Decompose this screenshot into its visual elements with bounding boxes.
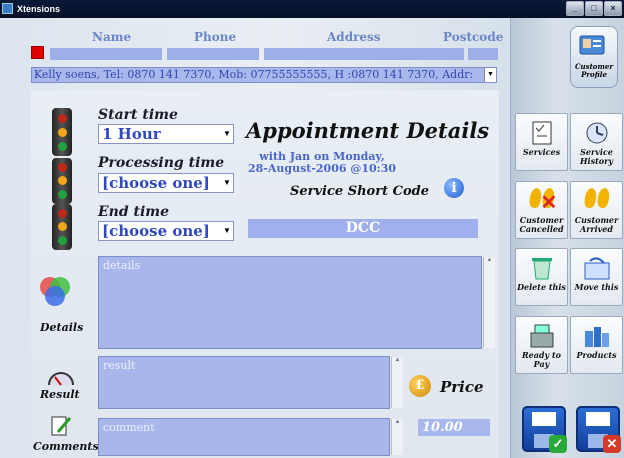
details-textarea[interactable]: details ▲ xyxy=(98,256,495,349)
cancel-icon: ✕ xyxy=(603,435,621,453)
info-icon[interactable]: i xyxy=(444,178,464,198)
recycle-bin-icon xyxy=(531,258,552,280)
cash-register-icon xyxy=(530,324,553,348)
customer-profile-label: Customer Profile xyxy=(574,62,614,79)
end-time-value: [choose one] xyxy=(102,222,210,240)
close-button[interactable]: × xyxy=(604,1,622,16)
customer-select-value: Kelly soens, Tel: 0870 141 7370, Mob: 07… xyxy=(34,68,474,81)
details-placeholder: details xyxy=(103,259,141,272)
customer-profile-button[interactable]: Customer Profile xyxy=(570,26,618,88)
notepad-pencil-icon xyxy=(51,416,72,436)
history-icon xyxy=(586,122,607,144)
minimize-button[interactable]: _ xyxy=(566,1,584,16)
price-field[interactable]: 10.00 xyxy=(418,419,490,436)
col-header-address: Address xyxy=(327,30,381,44)
result-placeholder: result xyxy=(103,359,136,372)
chevron-down-icon[interactable]: ▼ xyxy=(221,222,233,240)
comments-label: Comments xyxy=(33,440,99,453)
price-label: Price xyxy=(440,378,484,396)
start-time-select[interactable]: 1 Hour ▼ xyxy=(98,124,234,144)
chevron-down-icon[interactable]: ▼ xyxy=(221,125,233,143)
ready-to-pay-button[interactable]: Ready to Pay xyxy=(515,316,568,374)
start-time-value: 1 Hour xyxy=(102,125,161,143)
start-time-label: Start time xyxy=(98,107,178,123)
col-header-phone: Phone xyxy=(194,30,237,44)
checklist-icon xyxy=(532,121,551,145)
service-history-button[interactable]: Service History xyxy=(570,113,623,171)
pound-coin-icon: £ xyxy=(409,375,431,397)
end-time-select[interactable]: [choose one] ▼ xyxy=(98,221,234,241)
services-button[interactable]: Services xyxy=(515,113,568,171)
comment-textarea[interactable]: comment ▲ xyxy=(98,418,403,456)
processing-time-value: [choose one] xyxy=(102,174,210,192)
customer-select[interactable]: Kelly soens, Tel: 0870 141 7370, Mob: 07… xyxy=(31,67,497,83)
footprints-cancel-icon: ✕ xyxy=(527,187,557,214)
result-scrollbar[interactable]: ▲ xyxy=(391,357,403,408)
customer-arrived-label: Customer Arrived xyxy=(574,215,619,234)
color-circles-icon xyxy=(40,277,70,306)
save-button[interactable]: ✓ xyxy=(522,406,567,453)
move-this-label: Move this xyxy=(574,282,619,292)
move-icon xyxy=(584,257,609,280)
col-header-name: Name xyxy=(92,30,132,44)
traffic-light-icon xyxy=(52,108,72,156)
gauge-icon xyxy=(48,372,74,386)
name-field[interactable] xyxy=(50,48,162,60)
processing-time-label: Processing time xyxy=(98,155,225,171)
phone-field[interactable] xyxy=(167,48,259,60)
chevron-down-icon[interactable]: ▼ xyxy=(484,68,496,82)
details-label: Details xyxy=(40,321,84,334)
red-indicator[interactable] xyxy=(31,46,44,59)
services-label: Services xyxy=(522,147,561,157)
save-close-button[interactable]: ✕ xyxy=(576,406,621,453)
service-short-code-field[interactable]: DCC xyxy=(248,219,478,238)
maximize-button[interactable]: □ xyxy=(585,1,603,16)
col-header-postcode: Postcode xyxy=(443,30,504,44)
processing-time-select[interactable]: [choose one] ▼ xyxy=(98,173,234,193)
chevron-down-icon[interactable]: ▼ xyxy=(221,174,233,192)
products-label: Products xyxy=(576,350,617,360)
move-this-button[interactable]: Move this xyxy=(570,248,623,306)
footprints-icon xyxy=(582,187,612,214)
checkmark-icon: ✓ xyxy=(549,435,567,453)
end-time-label: End time xyxy=(98,204,170,220)
appointment-info: with Jan on Monday, 28-August-2006 @10:3… xyxy=(232,151,412,175)
products-icon xyxy=(584,327,609,347)
service-short-code-label: Service Short Code xyxy=(290,184,429,199)
appointment-title: Appointment Details xyxy=(246,118,490,143)
delete-this-button[interactable]: Delete this xyxy=(515,248,568,306)
result-label: Result xyxy=(40,388,80,401)
comment-scrollbar[interactable]: ▲ xyxy=(391,419,403,455)
window-title: Xtensions xyxy=(17,4,61,14)
postcode-field[interactable] xyxy=(468,48,498,60)
title-bar: Xtensions _ □ × xyxy=(0,0,624,18)
appointment-datetime: 28-August-2006 @10:30 xyxy=(247,162,397,175)
products-button[interactable]: Products xyxy=(570,316,623,374)
traffic-light-icon xyxy=(52,158,72,204)
customer-arrived-button[interactable]: Customer Arrived xyxy=(570,181,623,239)
traffic-light-icon xyxy=(52,204,72,250)
app-icon xyxy=(2,3,13,14)
comment-placeholder: comment xyxy=(103,421,155,434)
delete-this-label: Delete this xyxy=(517,282,566,292)
details-scrollbar[interactable]: ▲ xyxy=(483,257,495,348)
customer-cancelled-button[interactable]: ✕ Customer Cancelled xyxy=(515,181,568,239)
profile-card-icon xyxy=(579,35,605,55)
ready-to-pay-label: Ready to Pay xyxy=(522,350,561,369)
service-history-label: Service History xyxy=(580,147,613,166)
address-field[interactable] xyxy=(264,48,464,60)
result-textarea[interactable]: result ▲ xyxy=(98,356,403,409)
customer-cancelled-label: Customer Cancelled xyxy=(519,215,564,234)
